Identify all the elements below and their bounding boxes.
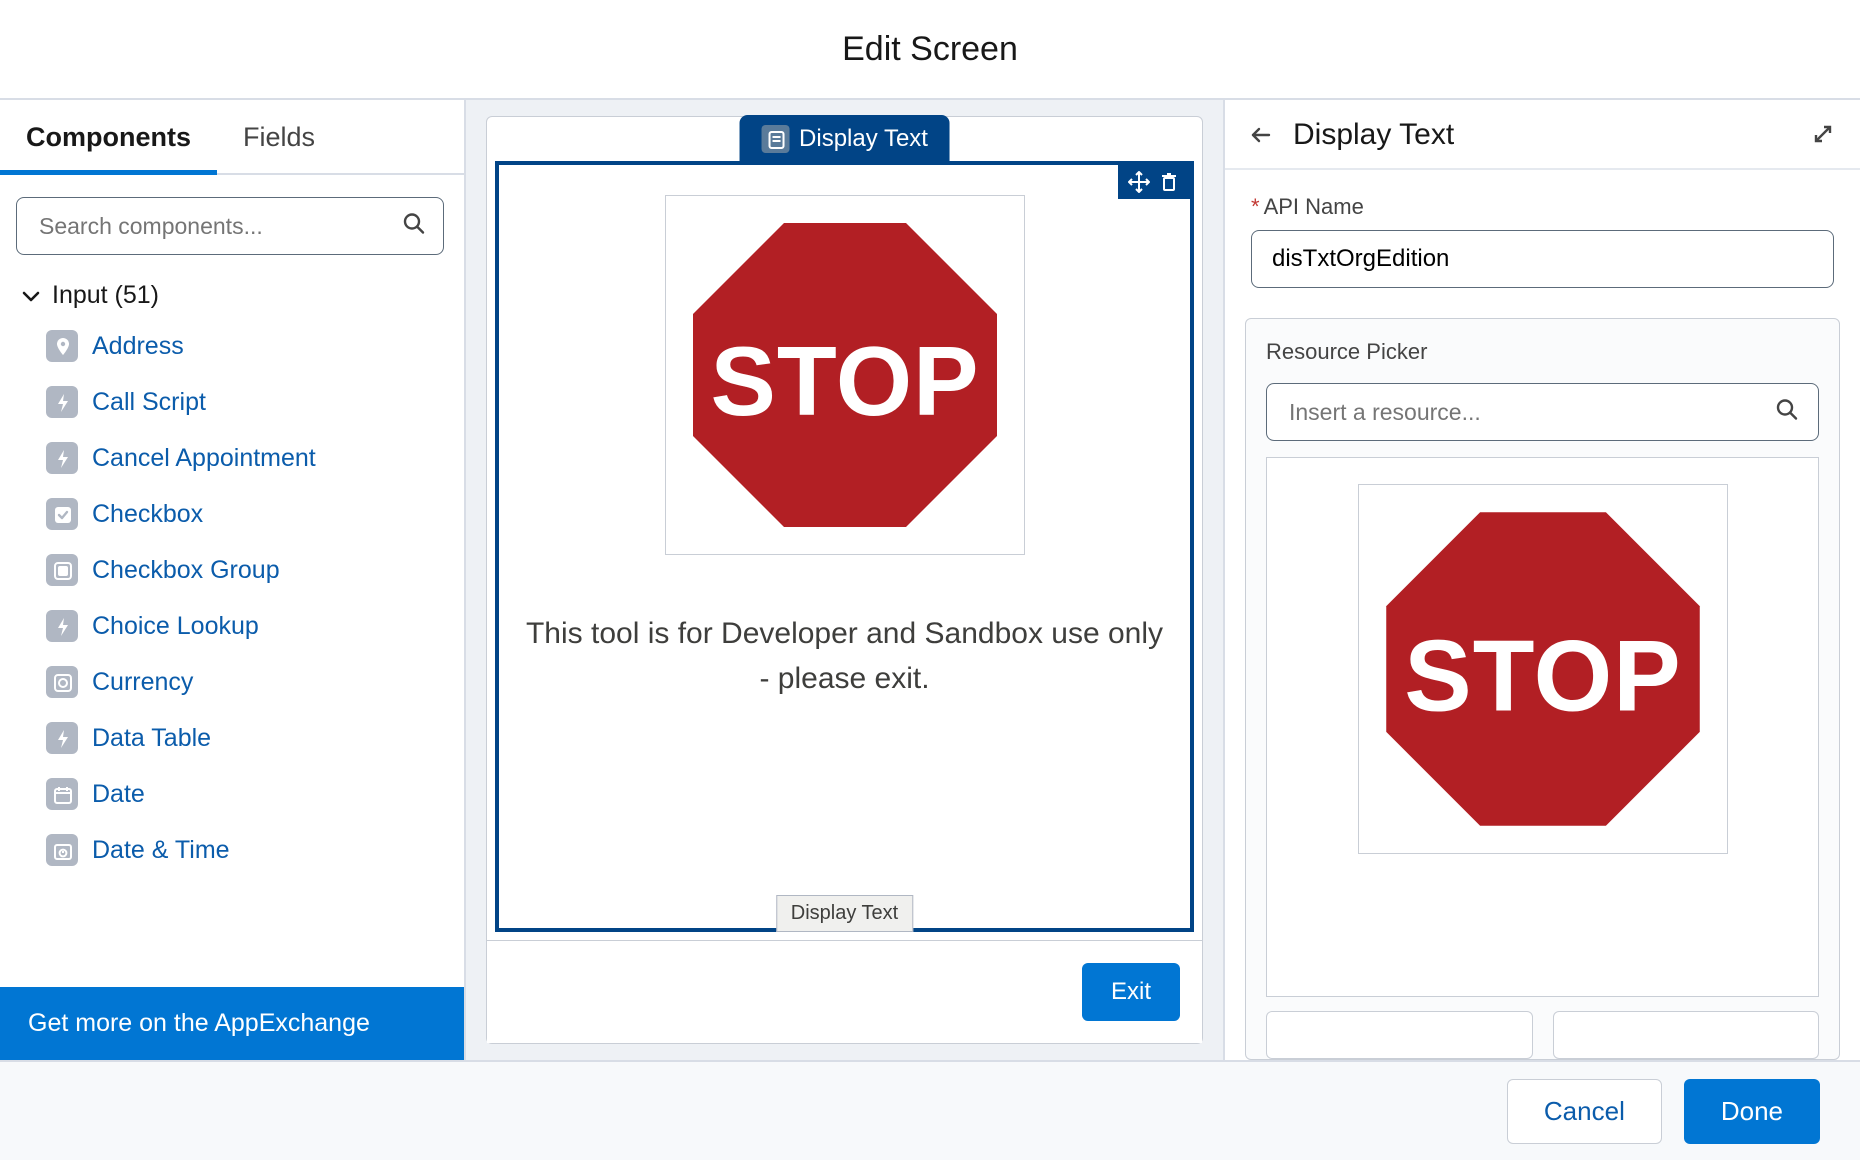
component-item-label: Data Table xyxy=(92,724,211,753)
check-icon xyxy=(46,498,78,530)
resource-picker-card: Resource Picker xyxy=(1245,318,1840,1060)
bolt-icon xyxy=(46,442,78,474)
category-label: Input (51) xyxy=(52,281,159,310)
done-button[interactable]: Done xyxy=(1684,1079,1820,1144)
resource-picker-label: Resource Picker xyxy=(1266,339,1819,365)
stop-sign-image xyxy=(665,195,1025,555)
preview-actions xyxy=(1266,997,1819,1059)
component-item-label: Currency xyxy=(92,668,193,697)
datetime-icon xyxy=(46,834,78,866)
search-icon xyxy=(1775,398,1799,427)
component-item[interactable]: Checkbox xyxy=(0,486,464,542)
bolt-icon xyxy=(46,722,78,754)
component-item[interactable]: Checkbox Group xyxy=(0,542,464,598)
move-icon[interactable] xyxy=(1128,171,1150,193)
component-item-label: Choice Lookup xyxy=(92,612,259,641)
component-item-label: Cancel Appointment xyxy=(92,444,316,473)
action-slot[interactable] xyxy=(1553,1011,1820,1059)
chevron-down-icon xyxy=(20,285,42,307)
component-item[interactable]: Call Script xyxy=(0,374,464,430)
component-actions xyxy=(1118,165,1190,199)
canvas-panel: Display Text This tool is for Developer … xyxy=(466,100,1223,1060)
pin-icon xyxy=(46,330,78,362)
api-name-input[interactable] xyxy=(1251,230,1834,288)
api-name-label: *API Name xyxy=(1251,194,1834,220)
screen-canvas: Display Text This tool is for Developer … xyxy=(486,116,1203,1044)
bolt-icon xyxy=(46,610,78,642)
component-item[interactable]: Date xyxy=(0,766,464,822)
component-item-label: Date xyxy=(92,780,145,809)
tab-fields[interactable]: Fields xyxy=(217,100,341,173)
expand-icon[interactable] xyxy=(1812,123,1836,147)
properties-title: Display Text xyxy=(1293,118,1454,152)
tab-components[interactable]: Components xyxy=(0,100,217,173)
component-item-label: Address xyxy=(92,332,184,361)
action-slot[interactable] xyxy=(1266,1011,1533,1059)
component-item-label: Checkbox Group xyxy=(92,556,280,585)
component-item[interactable]: Address xyxy=(0,318,464,374)
selected-component-pill: Display Text xyxy=(739,115,950,163)
rich-text-preview[interactable] xyxy=(1266,457,1819,997)
component-item[interactable]: Date & Time xyxy=(0,822,464,878)
exit-button[interactable]: Exit xyxy=(1082,963,1180,1021)
currency-icon xyxy=(46,666,78,698)
component-item-label: Date & Time xyxy=(92,836,230,865)
component-item-label: Checkbox xyxy=(92,500,203,529)
components-panel: Components Fields Input (51) Address Call… xyxy=(0,100,466,1060)
pill-label: Display Text xyxy=(799,125,928,153)
back-icon[interactable] xyxy=(1249,124,1275,146)
search-icon xyxy=(402,212,426,241)
display-text-content: This tool is for Developer and Sandbox u… xyxy=(499,611,1190,701)
drop-hint-label: Display Text xyxy=(776,895,913,932)
component-item[interactable]: Choice Lookup xyxy=(0,598,464,654)
properties-panel: Display Text *API Name Resource Picker xyxy=(1223,100,1860,1060)
stop-sign-image xyxy=(1358,484,1728,854)
display-text-icon xyxy=(761,125,789,153)
cancel-button[interactable]: Cancel xyxy=(1507,1079,1662,1144)
category-input[interactable]: Input (51) xyxy=(0,265,464,318)
resource-picker-input[interactable] xyxy=(1266,383,1819,441)
component-item[interactable]: Cancel Appointment xyxy=(0,430,464,486)
component-item-label: Call Script xyxy=(92,388,206,417)
date-icon xyxy=(46,778,78,810)
canvas-footer: Exit xyxy=(487,940,1202,1043)
component-item[interactable]: Data Table xyxy=(0,710,464,766)
left-tabs: Components Fields xyxy=(0,100,464,175)
component-item[interactable]: Currency xyxy=(0,654,464,710)
page-title: Edit Screen xyxy=(0,0,1860,100)
bolt-icon xyxy=(46,386,78,418)
delete-icon[interactable] xyxy=(1158,171,1180,193)
modal-footer: Cancel Done xyxy=(0,1060,1860,1160)
checkgroup-icon xyxy=(46,554,78,586)
display-text-component[interactable]: This tool is for Developer and Sandbox u… xyxy=(495,161,1194,932)
search-components-input[interactable] xyxy=(16,197,444,255)
appexchange-link[interactable]: Get more on the AppExchange xyxy=(0,987,464,1060)
